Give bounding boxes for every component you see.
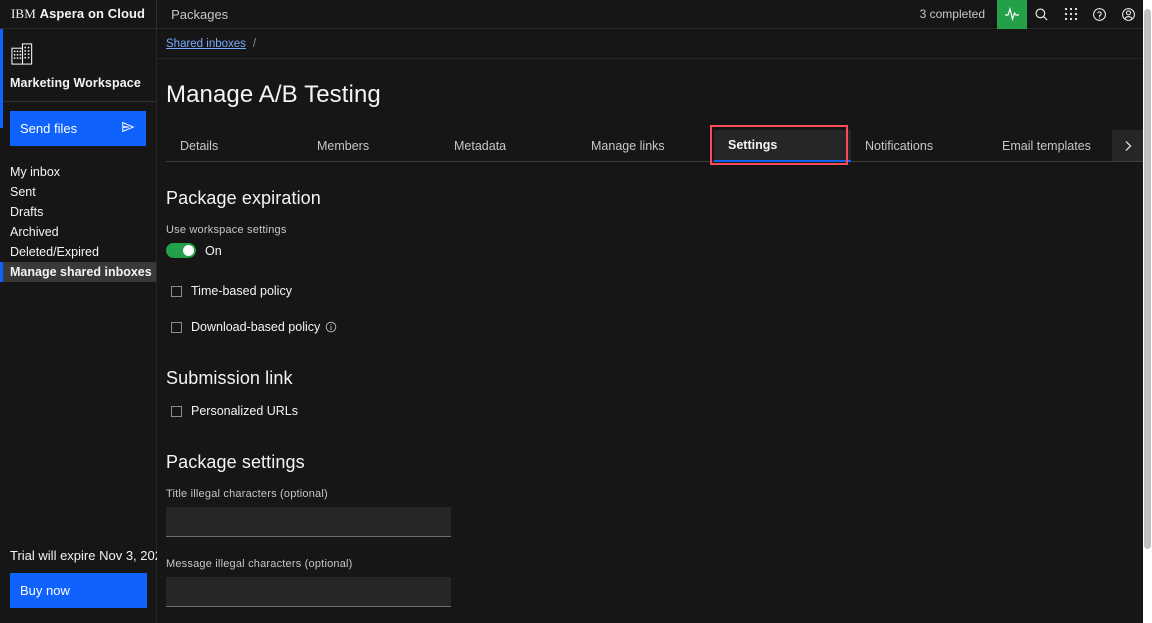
send-files-button[interactable]: Send files [10, 111, 146, 146]
checkbox-time-based-policy[interactable]: Time-based policy [166, 284, 1143, 298]
field-title-illegal-characters: Title illegal characters (optional) [166, 488, 1143, 537]
tab-label: Notifications [865, 138, 934, 153]
activity-icon[interactable] [997, 0, 1027, 29]
section-title-package-expiration: Package expiration [166, 188, 321, 208]
scrollbar-thumb[interactable] [1144, 9, 1151, 549]
sidebar-item-label: Drafts [10, 205, 44, 219]
send-files-label: Send files [20, 121, 78, 136]
workspace-title: Marketing Workspace [10, 76, 141, 90]
tab-label: Email templates [1002, 138, 1091, 153]
sidebar-item-label: Archived [10, 225, 59, 239]
checkbox-box [171, 285, 182, 297]
tab-manage-links[interactable]: Manage links [577, 130, 714, 162]
brand-prefix: IBM [11, 6, 36, 21]
breadcrumb-separator: / [252, 37, 257, 50]
checkbox-personalized-urls[interactable]: Personalized URLs [166, 404, 1143, 418]
sidebar-divider [0, 101, 156, 102]
use-workspace-settings-toggle-row: On [166, 243, 1143, 258]
sidebar-footer: Trial will expire Nov 3, 2022 Buy now [0, 548, 170, 623]
use-workspace-settings-toggle[interactable] [166, 243, 196, 258]
sidebar-item-label: Manage shared inboxes [10, 265, 152, 279]
section-title-submission-link: Submission link [166, 368, 293, 388]
search-icon[interactable] [1027, 0, 1056, 29]
tab-details[interactable]: Details [166, 130, 303, 162]
buy-now-button[interactable]: Buy now [10, 573, 147, 608]
sidebar-item-sent[interactable]: Sent [0, 182, 156, 202]
checkbox-label: Personalized URLs [191, 404, 298, 418]
sidebar-item-drafts[interactable]: Drafts [0, 202, 156, 222]
checkbox-label: Download-based policy [191, 320, 321, 334]
tab-members[interactable]: Members [303, 130, 440, 162]
sidebar-item-archived[interactable]: Archived [0, 222, 156, 242]
chevron-right-icon[interactable] [1112, 130, 1143, 162]
sidebar-accent-bar [0, 29, 3, 128]
info-icon[interactable] [325, 321, 337, 333]
sidebar-item-label: Deleted/Expired [10, 245, 99, 259]
brand-name: Aspera on Cloud [39, 6, 146, 21]
breadcrumb-link-shared-inboxes[interactable]: Shared inboxes [166, 38, 246, 50]
completed-status: 3 completed [919, 7, 985, 21]
message-illegal-characters-input[interactable] [166, 577, 451, 607]
workspace-header: Marketing Workspace [0, 29, 156, 101]
sidebar-nav: My inbox Sent Drafts Archived Deleted/Ex… [0, 162, 156, 282]
top-header: IBM Aspera on Cloud Packages 3 completed [0, 0, 1143, 29]
body-wrapper: Marketing Workspace Send files My inbox … [0, 29, 1143, 623]
header-actions: 3 completed [920, 0, 1143, 29]
breadcrumb: Shared inboxes / [157, 29, 1143, 59]
checkbox-download-based-policy[interactable]: Download-based policy [166, 320, 1143, 334]
brand-logo[interactable]: IBM Aspera on Cloud [0, 6, 145, 22]
send-paper-plane-icon [121, 120, 135, 137]
tab-label: Metadata [454, 138, 507, 153]
account-icon[interactable] [1114, 0, 1143, 29]
main-content: Shared inboxes / Manage A/B Testing Deta… [157, 29, 1143, 623]
checkbox-box [171, 321, 182, 333]
sidebar-item-my-inbox[interactable]: My inbox [0, 162, 156, 182]
sidebar-item-deleted-expired[interactable]: Deleted/Expired [0, 242, 156, 262]
use-workspace-settings-label: Use workspace settings [166, 224, 287, 236]
tab-bar: Details Members Metadata Manage links Se… [157, 125, 1143, 165]
toggle-state-label: On [205, 243, 222, 258]
field-label: Message illegal characters (optional) [166, 558, 353, 570]
title-illegal-characters-input[interactable] [166, 507, 451, 537]
help-icon[interactable] [1085, 0, 1114, 29]
sidebar-item-manage-shared-inboxes[interactable]: Manage shared inboxes [0, 262, 156, 282]
page-scrollbar[interactable] [1143, 0, 1152, 623]
tab-label: Manage links [591, 138, 665, 153]
tab-label: Members [317, 138, 370, 153]
toggle-knob [183, 245, 194, 256]
nav-packages[interactable]: Packages [157, 0, 242, 29]
trial-expiry-text: Trial will expire Nov 3, 2022 [10, 548, 170, 563]
tab-notifications[interactable]: Notifications [851, 130, 988, 162]
tab-email-templates[interactable]: Email templates [988, 130, 1125, 162]
sidebar-item-label: Sent [10, 185, 36, 199]
app-switcher-icon[interactable] [1056, 0, 1085, 29]
field-message-illegal-characters: Message illegal characters (optional) [166, 558, 1143, 607]
tab-label: Settings [728, 138, 778, 152]
app-window: IBM Aspera on Cloud Packages 3 completed [0, 0, 1143, 623]
sidebar-item-label: My inbox [10, 165, 61, 179]
section-title-package-settings: Package settings [166, 452, 305, 472]
tab-metadata[interactable]: Metadata [440, 130, 577, 162]
checkbox-label: Time-based policy [191, 284, 292, 298]
checkbox-box [171, 405, 182, 417]
building-icon [10, 41, 146, 69]
settings-panel: Package expiration Use workspace setting… [157, 162, 1143, 623]
page-title: Manage A/B Testing [166, 81, 381, 108]
tab-label: Details [180, 138, 219, 153]
field-label: Title illegal characters (optional) [166, 488, 328, 500]
sidebar: Marketing Workspace Send files My inbox … [0, 29, 170, 623]
tab-settings[interactable]: Settings [714, 130, 851, 162]
